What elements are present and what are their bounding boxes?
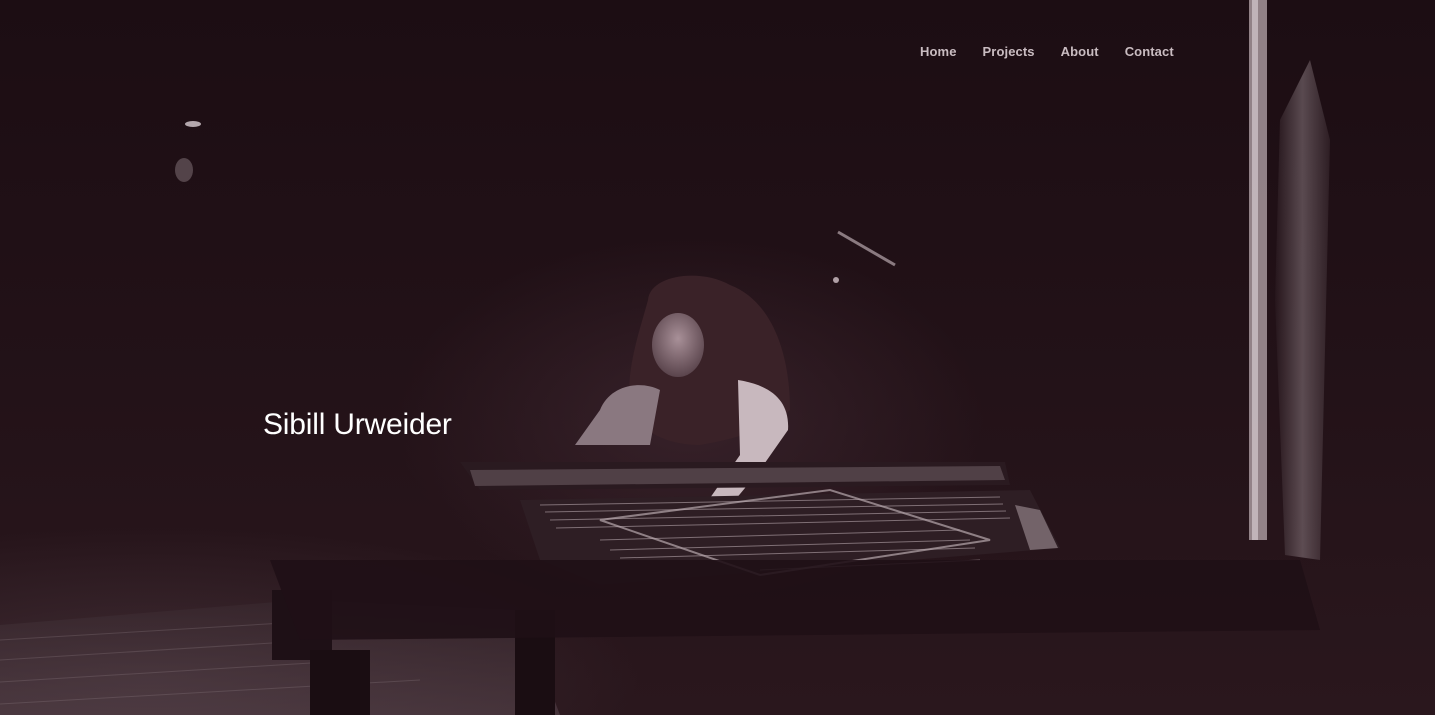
hero-background-photo	[0, 0, 1330, 715]
nav-about-link[interactable]: About	[1061, 44, 1099, 59]
hero-section: Home Projects About Contact Sibill Urwei…	[0, 0, 1435, 715]
nav-contact-link[interactable]: Contact	[1125, 44, 1174, 59]
nav-home-link[interactable]: Home	[920, 44, 957, 59]
main-nav: Home Projects About Contact	[920, 44, 1174, 59]
nav-projects-link[interactable]: Projects	[983, 44, 1035, 59]
site-title: Sibill Urweider	[263, 408, 452, 441]
